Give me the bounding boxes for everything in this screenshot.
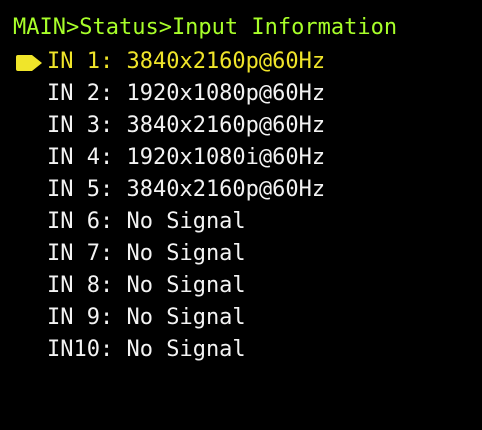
list-item-in9[interactable]: IN 9: No Signal <box>13 302 473 334</box>
list-item-in7[interactable]: IN 7: No Signal <box>13 238 473 270</box>
selection-arrow-icon <box>16 55 42 71</box>
input-label: IN 4: 1920x1080i@60Hz <box>47 145 326 170</box>
input-list: IN 1: 3840x2160p@60Hz IN 2: 1920x1080p@6… <box>13 46 473 366</box>
list-item-in4[interactable]: IN 4: 1920x1080i@60Hz <box>13 142 473 174</box>
list-item-in1[interactable]: IN 1: 3840x2160p@60Hz <box>13 46 473 78</box>
osd-screen: MAIN>Status>Input Information IN 1: 3840… <box>0 0 482 370</box>
input-label: IN10: No Signal <box>47 337 246 362</box>
input-label: IN 7: No Signal <box>47 241 246 266</box>
list-item-in5[interactable]: IN 5: 3840x2160p@60Hz <box>13 174 473 206</box>
input-label: IN 2: 1920x1080p@60Hz <box>47 81 326 106</box>
list-item-in3[interactable]: IN 3: 3840x2160p@60Hz <box>13 110 473 142</box>
list-item-in8[interactable]: IN 8: No Signal <box>13 270 473 302</box>
list-item-in2[interactable]: IN 2: 1920x1080p@60Hz <box>13 78 473 110</box>
list-item-in10[interactable]: IN10: No Signal <box>13 334 473 366</box>
input-label: IN 9: No Signal <box>47 305 246 330</box>
input-label: IN 3: 3840x2160p@60Hz <box>47 113 326 138</box>
input-label: IN 5: 3840x2160p@60Hz <box>47 177 326 202</box>
input-label: IN 8: No Signal <box>47 273 246 298</box>
input-label: IN 6: No Signal <box>47 209 246 234</box>
input-label: IN 1: 3840x2160p@60Hz <box>47 49 326 74</box>
breadcrumb: MAIN>Status>Input Information <box>13 15 398 40</box>
list-item-in6[interactable]: IN 6: No Signal <box>13 206 473 238</box>
